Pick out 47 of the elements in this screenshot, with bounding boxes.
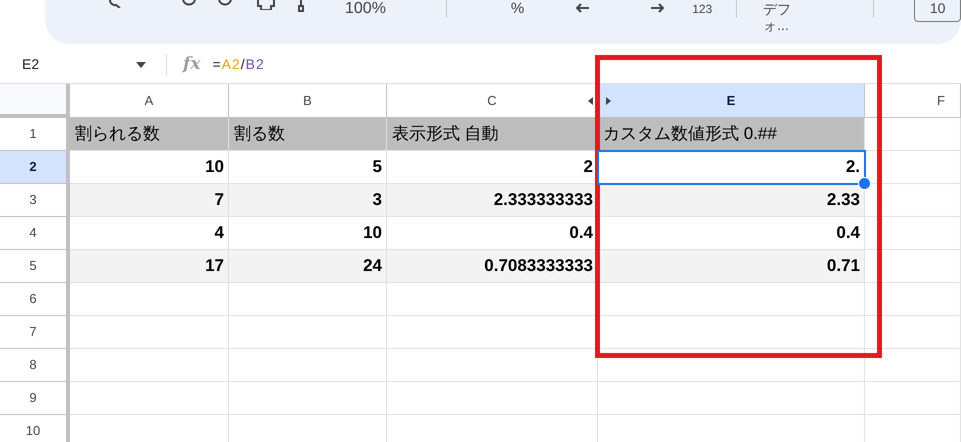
percent-button[interactable]: %: [510, 1, 524, 17]
paint-format-icon[interactable]: [297, 0, 305, 12]
name-box[interactable]: E2: [0, 50, 160, 80]
row-header[interactable]: 8: [0, 349, 70, 382]
redo-icon[interactable]: [217, 0, 233, 8]
column-header[interactable]: F: [865, 84, 961, 118]
column-header[interactable]: E: [598, 84, 865, 118]
row-header[interactable]: 5: [0, 250, 70, 283]
table-cell: 0.71: [598, 250, 865, 283]
table-cell: 10: [70, 151, 229, 184]
table-cell: 5: [229, 151, 387, 184]
row-header[interactable]: 7: [0, 316, 70, 349]
table-cell: 表示形式 自動: [387, 118, 598, 151]
function-icon: fx: [183, 52, 200, 78]
caret-icon: [136, 62, 146, 68]
font-select[interactable]: デフォ...: [763, 1, 814, 33]
search-icon[interactable]: [107, 0, 121, 8]
row-header[interactable]: 1: [0, 118, 70, 151]
table-cell: 2.333333333: [387, 184, 598, 217]
row-header[interactable]: 6: [0, 283, 70, 316]
table-cell: 24: [229, 250, 387, 283]
font-size-field[interactable]: 10: [914, 0, 961, 22]
row-header[interactable]: 9: [0, 382, 70, 415]
table-cell: 2: [387, 151, 598, 184]
table-cell: 割られる数: [70, 118, 229, 151]
row-header[interactable]: 4: [0, 217, 70, 250]
table-cell: 2.33: [598, 184, 865, 217]
formula-field[interactable]: =A2/B2: [212, 54, 265, 75]
table-cell: 0.4: [598, 217, 865, 250]
table-cell: 7: [70, 184, 229, 217]
zoom-select[interactable]: 100%: [345, 1, 386, 17]
hidden-columns-arrow-icon[interactable]: [588, 97, 593, 105]
row-header[interactable]: 2: [0, 151, 70, 184]
table-cell: 10: [229, 217, 387, 250]
table-cell: 3: [229, 184, 387, 217]
table-cell: 4: [70, 217, 229, 250]
row-header[interactable]: 3: [0, 184, 70, 217]
table-cell: 0.7083333333: [387, 250, 598, 283]
hidden-columns-arrow-icon[interactable]: [606, 97, 611, 105]
undo-icon[interactable]: [181, 0, 197, 8]
column-header[interactable]: B: [229, 84, 387, 118]
table-cell: 17: [70, 250, 229, 283]
column-header[interactable]: A: [70, 84, 229, 118]
table-cell: 割る数: [229, 118, 387, 151]
number-format-button[interactable]: 123: [692, 1, 712, 17]
print-icon[interactable]: [257, 0, 275, 10]
table-cell: カスタム数値形式 0.##: [598, 118, 865, 151]
